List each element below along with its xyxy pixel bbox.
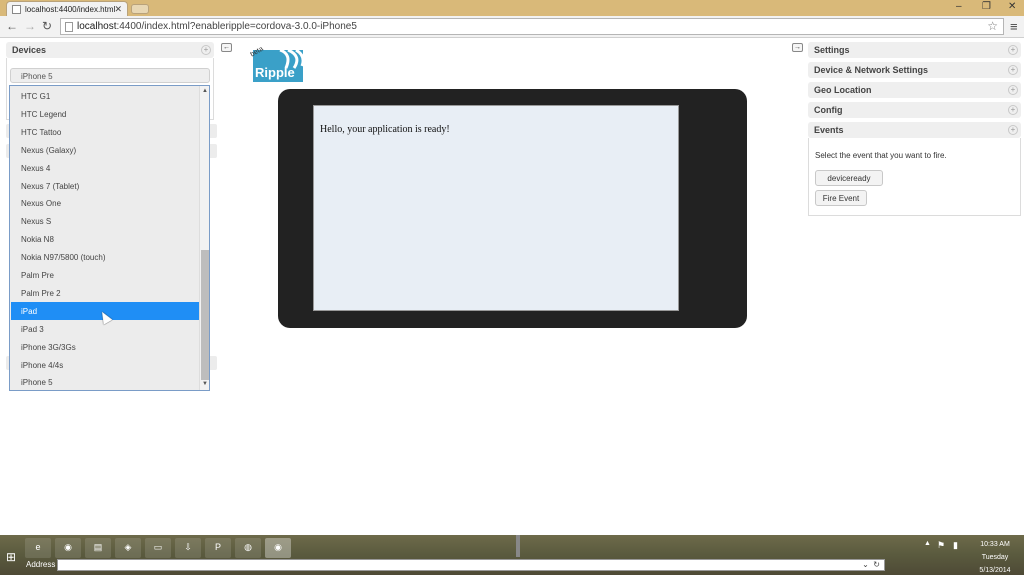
dropdown-option[interactable]: Nokia N97/5800 (touch) xyxy=(11,248,199,266)
url-path: :4400/index.html?enableripple=cordova-3.… xyxy=(116,21,357,32)
plus-icon[interactable]: + xyxy=(201,45,211,55)
chevron-down-icon[interactable]: ⌄ xyxy=(862,560,869,569)
taskbar-clock[interactable]: 10:33 AM Tuesday 5/13/2014 xyxy=(970,538,1020,577)
device-network-panel-header[interactable]: Device & Network Settings + xyxy=(808,62,1021,78)
dropdown-option[interactable]: Nexus (Galaxy) xyxy=(11,141,199,159)
internet-explorer-icon[interactable]: e xyxy=(25,538,51,558)
scroll-down-icon[interactable]: ▼ xyxy=(202,381,208,387)
browser-title-bar: localhost:4400/index.html ✕ – ❐ ✕ xyxy=(0,0,1024,16)
events-title: Events xyxy=(814,125,844,135)
back-icon[interactable]: ← xyxy=(6,19,18,33)
geo-location-panel-header[interactable]: Geo Location + xyxy=(808,82,1021,98)
app-icon[interactable]: ◍ xyxy=(235,538,261,558)
dropdown-option[interactable]: HTC Legend xyxy=(11,105,199,123)
device-network-title: Device & Network Settings xyxy=(814,65,929,75)
geo-location-title: Geo Location xyxy=(814,85,872,95)
close-window-icon[interactable]: ✕ xyxy=(1008,1,1016,12)
tab-title: localhost:4400/index.html xyxy=(25,5,116,14)
powerpoint-icon[interactable]: P xyxy=(205,538,231,558)
restore-icon[interactable]: ❐ xyxy=(982,1,991,12)
browser-toolbar: ← → ↻ localhost:4400/index.html?enableri… xyxy=(0,16,1024,38)
chrome-icon[interactable]: ◉ xyxy=(55,538,81,558)
clock-time: 10:33 AM xyxy=(980,541,1010,548)
fire-event-button[interactable]: Fire Event xyxy=(815,190,867,206)
visual-studio-icon[interactable]: ◈ xyxy=(115,538,141,558)
dropdown-option[interactable]: iPhone 5 xyxy=(11,373,199,390)
minimize-icon[interactable]: – xyxy=(956,1,962,12)
config-title: Config xyxy=(814,105,843,115)
dropdown-option[interactable]: Nokia N8 xyxy=(11,230,199,248)
collapse-left-icon[interactable]: ← xyxy=(221,43,232,52)
scrollbar-thumb[interactable] xyxy=(201,250,209,380)
page-icon xyxy=(65,22,73,32)
dropdown-option[interactable]: iPhone 3G/3Gs xyxy=(11,338,199,356)
clock-day: Tuesday xyxy=(981,554,1009,561)
reload-icon[interactable]: ↻ xyxy=(42,19,52,33)
event-select[interactable]: deviceready xyxy=(815,170,883,186)
address-toolbar-label: Address xyxy=(26,560,56,569)
windows-start-icon[interactable]: ⊞ xyxy=(6,550,16,564)
plus-icon[interactable]: + xyxy=(1008,105,1018,115)
settings-title: Settings xyxy=(814,45,850,55)
dropdown-option[interactable]: Nexus S xyxy=(11,212,199,230)
events-panel-header[interactable]: Events + xyxy=(808,122,1021,138)
scroll-up-icon[interactable]: ▲ xyxy=(202,88,208,94)
dropdown-option[interactable]: Palm Pre 2 xyxy=(11,284,199,302)
app-message: Hello, your application is ready! xyxy=(320,124,450,135)
download-icon[interactable]: ⇩ xyxy=(175,538,201,558)
config-panel-header[interactable]: Config + xyxy=(808,102,1021,118)
plus-icon[interactable]: + xyxy=(1008,65,1018,75)
tab-close-icon[interactable]: ✕ xyxy=(114,4,122,15)
new-tab-button[interactable] xyxy=(131,4,149,14)
dropdown-option[interactable]: Nexus 4 xyxy=(11,159,199,177)
devices-panel-title: Devices xyxy=(12,45,47,55)
dropdown-option[interactable]: Palm Pre xyxy=(11,266,199,284)
devices-panel-header[interactable]: Devices + xyxy=(6,42,214,58)
logo-text: Ripple xyxy=(255,65,295,80)
device-select[interactable]: iPhone 5 xyxy=(10,68,210,83)
file-explorer-icon[interactable]: ▤ xyxy=(85,538,111,558)
plus-icon[interactable]: + xyxy=(1008,45,1018,55)
device-screen[interactable]: Hello, your application is ready! xyxy=(313,105,679,311)
dropdown-option[interactable]: Nexus 7 (Tablet) xyxy=(11,177,199,195)
page-icon xyxy=(12,5,21,14)
refresh-icon[interactable]: ↻ xyxy=(873,560,880,569)
plus-icon[interactable]: + xyxy=(1008,85,1018,95)
bookmark-star-icon[interactable]: ☆ xyxy=(987,19,998,33)
device-dropdown-list[interactable]: HTC G1 HTC Legend HTC Tattoo Nexus (Galaxy)… xyxy=(9,85,210,391)
scrollbar[interactable]: ▲ ▼ xyxy=(199,86,209,390)
events-instruction: Select the event that you want to fire. xyxy=(815,151,947,160)
browser-tab[interactable]: localhost:4400/index.html ✕ xyxy=(6,1,128,16)
url-host: localhost xyxy=(77,21,117,32)
tray-up-icon[interactable]: ▲ xyxy=(924,540,931,547)
terminal-icon[interactable]: ▭ xyxy=(145,538,171,558)
dropdown-option[interactable]: Nexus One xyxy=(11,194,199,212)
network-icon[interactable]: ▮ xyxy=(953,540,958,551)
dropdown-option[interactable]: HTC Tattoo xyxy=(11,123,199,141)
forward-icon[interactable]: → xyxy=(24,19,36,33)
flag-icon[interactable]: ⚑ xyxy=(937,540,945,551)
chrome-icon[interactable]: ◉ xyxy=(265,538,291,558)
taskbar-address-input[interactable]: ⌄ ↻ xyxy=(57,559,885,571)
dropdown-option[interactable]: iPhone 4/4s xyxy=(11,356,199,374)
taskbar-divider xyxy=(516,535,520,557)
clock-date: 5/13/2014 xyxy=(979,567,1011,574)
plus-icon[interactable]: + xyxy=(1008,125,1018,135)
menu-icon[interactable]: ≡ xyxy=(1010,19,1018,34)
settings-panel-header[interactable]: Settings + xyxy=(808,42,1021,58)
ripple-logo: Ripple beta xyxy=(250,46,304,82)
address-bar[interactable]: localhost:4400/index.html?enableripple=c… xyxy=(60,18,1004,35)
collapse-right-icon[interactable]: → xyxy=(792,43,803,52)
dropdown-option[interactable]: HTC G1 xyxy=(11,87,199,105)
